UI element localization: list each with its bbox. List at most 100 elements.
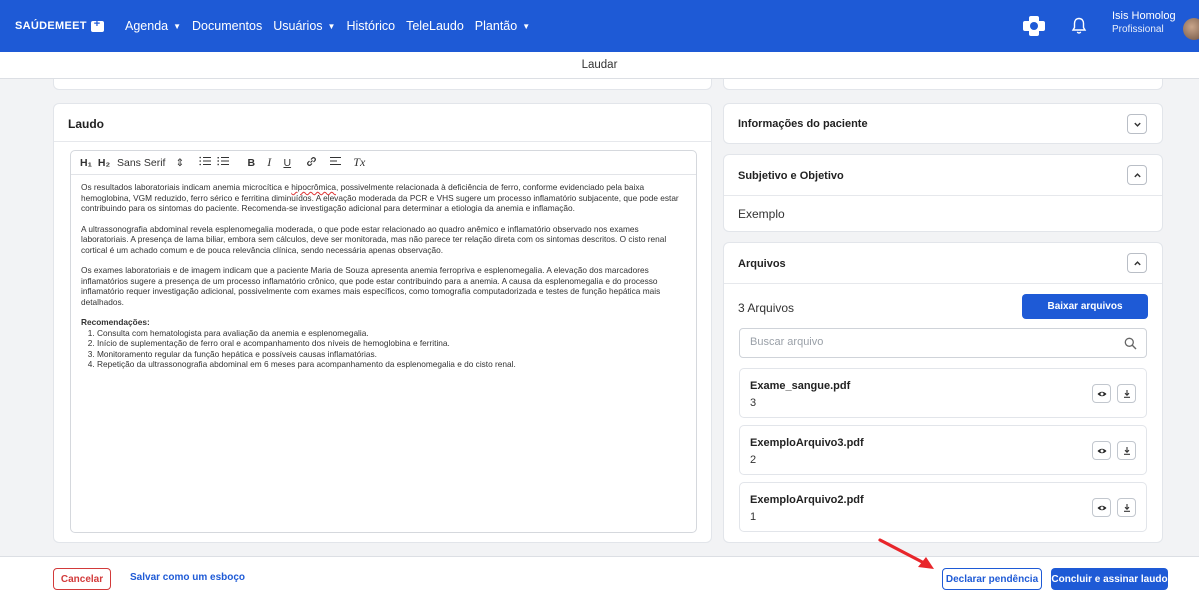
bullet-list-icon[interactable] xyxy=(216,156,230,169)
top-navbar: SAÚDEMEET Agenda ▼ Documentos Usuários ▼… xyxy=(0,0,1199,52)
laudo-card: Laudo H₁ H₂ Sans Serif ⇕ B I U Tx Os res… xyxy=(53,103,712,543)
files-count: 3 Arquivos xyxy=(738,301,795,315)
laudo-paragraph: Os exames laboratoriais e de imagem indi… xyxy=(81,265,686,307)
declare-pending-button[interactable]: Declarar pendência xyxy=(942,568,1042,590)
file-name: ExemploArquivo2.pdf xyxy=(750,494,864,506)
nav-item-documentos[interactable]: Documentos xyxy=(192,19,262,33)
medical-cross-icon[interactable] xyxy=(1023,16,1045,36)
caret-down-icon: ▼ xyxy=(327,21,336,31)
file-number: 3 xyxy=(750,397,757,409)
file-search-input[interactable] xyxy=(750,336,1110,348)
cancel-button[interactable]: Cancelar xyxy=(53,568,111,590)
subjective-title: Subjetivo e Objetivo xyxy=(738,170,844,182)
nav-item-label: Usuários xyxy=(273,19,323,33)
laudo-title: Laudo xyxy=(68,117,104,131)
main-nav: Agenda ▼ Documentos Usuários ▼ Histórico… xyxy=(125,19,530,33)
download-file-button[interactable] xyxy=(1117,441,1136,460)
page-title: Laudar xyxy=(0,52,1199,79)
patient-info-title: Informações do paciente xyxy=(738,118,868,130)
list-item: Monitoramento regular da função hepática… xyxy=(97,349,686,360)
collapse-subjective-button[interactable] xyxy=(1127,165,1147,185)
list-item: Início de suplementação de ferro oral e … xyxy=(97,338,686,349)
select-caret-icon: ⇕ xyxy=(175,156,185,169)
divider xyxy=(54,141,711,142)
paragraph-text: A ultrassonografia abdominal revela espl… xyxy=(81,223,667,255)
download-icon xyxy=(1123,389,1130,398)
nav-item-historico[interactable]: Histórico xyxy=(346,19,395,33)
chevron-up-icon xyxy=(1133,172,1141,177)
italic-button[interactable]: I xyxy=(262,155,276,170)
file-item: ExemploArquivo3.pdf 2 xyxy=(739,425,1147,475)
clear-format-button[interactable]: Tx xyxy=(352,155,366,170)
nav-item-label: Plantão xyxy=(474,19,518,33)
font-select[interactable]: Sans Serif ⇕ xyxy=(117,157,184,169)
list-item: Repetição da ultrassonografia abdominal … xyxy=(97,359,686,370)
file-number: 2 xyxy=(750,454,757,466)
file-item: ExemploArquivo2.pdf 1 xyxy=(739,482,1147,532)
avatar[interactable] xyxy=(1183,18,1199,40)
nav-item-usuarios[interactable]: Usuários ▼ xyxy=(273,19,335,33)
logo-text: SAÚDEMEET xyxy=(15,20,87,32)
chevron-down-icon xyxy=(1133,122,1141,127)
laudo-paragraph: Os resultados laboratoriais indicam anem… xyxy=(81,182,686,214)
user-name: Isis Homolog xyxy=(1112,10,1176,22)
editor-content[interactable]: Os resultados laboratoriais indicam anem… xyxy=(71,175,696,370)
action-footer: Cancelar Salvar como um esboço Declarar … xyxy=(0,556,1199,595)
subjective-card: Subjetivo e Objetivo Exemplo xyxy=(723,154,1163,232)
save-draft-button[interactable]: Salvar como um esboço xyxy=(130,572,245,583)
file-number: 1 xyxy=(750,511,757,523)
nav-item-label: Agenda xyxy=(125,19,169,33)
recommendations-title: Recomendações: xyxy=(81,317,150,327)
download-files-button[interactable]: Baixar arquivos xyxy=(1022,294,1148,319)
view-file-button[interactable] xyxy=(1092,498,1111,517)
annotation-arrow-icon xyxy=(878,538,934,569)
caret-down-icon: ▼ xyxy=(173,21,182,31)
file-name: ExemploArquivo3.pdf xyxy=(750,437,864,449)
nav-item-plantao[interactable]: Plantão ▼ xyxy=(475,19,530,33)
link-icon[interactable] xyxy=(304,156,318,170)
list-item: Consulta com hematologista para avaliaçã… xyxy=(97,328,686,339)
files-title: Arquivos xyxy=(738,258,786,270)
download-icon xyxy=(1123,503,1130,512)
expand-patient-info-button[interactable] xyxy=(1127,114,1147,134)
patient-info-card: Informações do paciente xyxy=(723,103,1163,144)
nav-item-telelaudo[interactable]: TeleLaudo xyxy=(406,19,464,33)
bell-icon[interactable] xyxy=(1071,17,1087,35)
nav-item-label: Histórico xyxy=(346,19,396,33)
card-tail xyxy=(53,79,712,90)
editor-toolbar: H₁ H₂ Sans Serif ⇕ B I U Tx xyxy=(71,151,696,175)
nav-item-label: TeleLaudo xyxy=(406,19,464,33)
download-icon xyxy=(1123,446,1130,455)
subjective-content: Exemplo xyxy=(738,207,785,221)
user-menu[interactable]: Isis Homolog Profissional xyxy=(1112,10,1176,36)
collapse-files-button[interactable] xyxy=(1127,253,1147,273)
file-search-box xyxy=(739,328,1147,358)
heading2-button[interactable]: H₂ xyxy=(97,157,111,169)
finish-and-sign-button[interactable]: Concluir e assinar laudo xyxy=(1051,568,1168,590)
view-file-button[interactable] xyxy=(1092,441,1111,460)
download-file-button[interactable] xyxy=(1117,384,1136,403)
bold-button[interactable]: B xyxy=(244,157,258,169)
eye-icon xyxy=(1097,448,1106,453)
align-icon[interactable] xyxy=(328,156,342,169)
paragraph-text: Os exames laboratoriais e de imagem indi… xyxy=(81,265,661,307)
download-file-button[interactable] xyxy=(1117,498,1136,517)
heading1-button[interactable]: H₁ xyxy=(79,157,93,169)
user-role: Profissional xyxy=(1112,24,1164,35)
recommendations-list: Consulta com hematologista para avaliaçã… xyxy=(97,328,686,370)
chevron-up-icon xyxy=(1133,260,1141,265)
search-icon[interactable] xyxy=(1124,337,1137,350)
eye-icon xyxy=(1097,391,1106,396)
divider xyxy=(724,283,1162,284)
view-file-button[interactable] xyxy=(1092,384,1111,403)
font-select-value: Sans Serif xyxy=(117,156,166,169)
rich-text-editor[interactable]: H₁ H₂ Sans Serif ⇕ B I U Tx Os resultado… xyxy=(70,150,697,533)
files-card: Arquivos 3 Arquivos Baixar arquivos Exam… xyxy=(723,242,1163,543)
underline-button[interactable]: U xyxy=(280,157,294,169)
app-logo[interactable]: SAÚDEMEET xyxy=(15,18,125,32)
nav-item-agenda[interactable]: Agenda ▼ xyxy=(125,19,181,33)
eye-icon xyxy=(1097,505,1106,510)
logo-camera-icon xyxy=(90,18,104,32)
ordered-list-icon[interactable] xyxy=(198,156,212,169)
nav-item-label: Documentos xyxy=(192,19,263,33)
